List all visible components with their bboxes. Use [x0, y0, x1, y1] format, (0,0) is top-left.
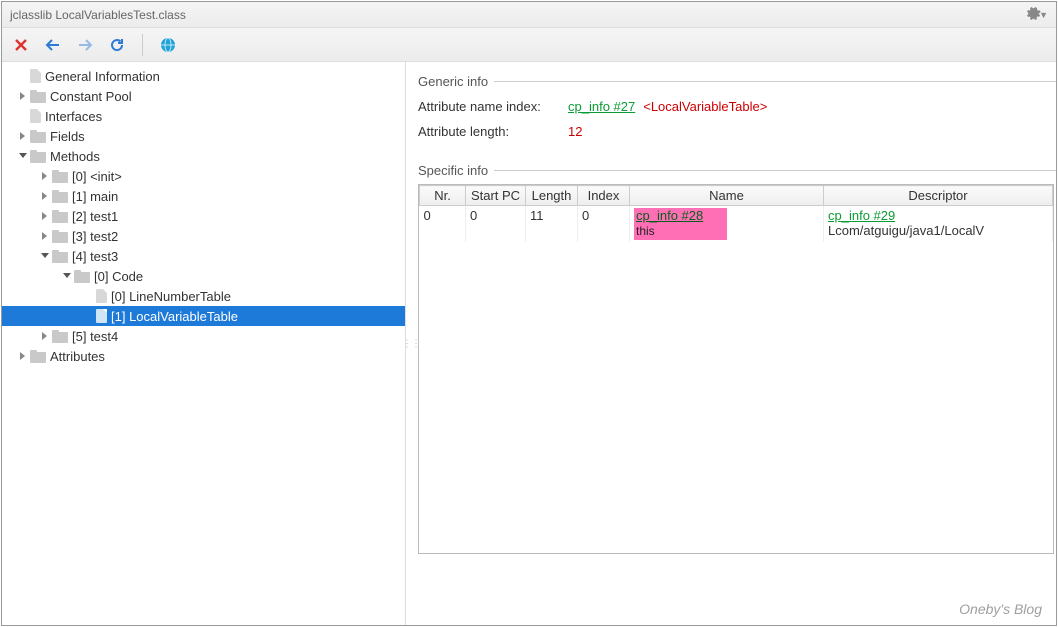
table-header: Nr. Start PC Length Index Name Descripto…	[420, 186, 1053, 206]
cell-nr: 0	[420, 206, 466, 243]
tree-item-general[interactable]: General Information	[2, 66, 405, 86]
tree-item-method-init[interactable]: [0] <init>	[2, 166, 405, 186]
chevron-right-icon[interactable]	[38, 332, 52, 340]
watermark: Oneby's Blog	[959, 601, 1042, 617]
col-nr[interactable]: Nr.	[420, 186, 466, 206]
generic-info-header: Generic info	[418, 74, 1056, 89]
descriptor-link[interactable]: cp_info #29	[828, 208, 895, 223]
titlebar: jclasslib LocalVariablesTest.class ▼	[2, 2, 1056, 28]
tree-item-interfaces[interactable]: Interfaces	[2, 106, 405, 126]
file-icon	[30, 109, 41, 123]
folder-icon	[30, 92, 46, 103]
col-descriptor[interactable]: Descriptor	[824, 186, 1053, 206]
folder-icon	[52, 212, 68, 223]
cell-index: 0	[578, 206, 630, 243]
col-length[interactable]: Length	[526, 186, 578, 206]
folder-icon	[30, 352, 46, 363]
descriptor-value: Lcom/atguigu/java1/LocalV	[828, 223, 984, 238]
cell-length: 11	[526, 206, 578, 243]
attr-length-row: Attribute length: 12	[418, 124, 1056, 139]
table-row[interactable]: 0 0 11 0 cp_info #28 this c	[420, 206, 1053, 243]
folder-icon	[52, 252, 68, 263]
attr-name-index-row: Attribute name index: cp_info #27 <Local…	[418, 99, 1056, 114]
chevron-right-icon[interactable]	[16, 92, 30, 100]
col-startpc[interactable]: Start PC	[466, 186, 526, 206]
dropdown-icon[interactable]: ▼	[1039, 10, 1048, 20]
tree-item-methods[interactable]: Methods	[2, 146, 405, 166]
folder-icon	[52, 192, 68, 203]
attr-name-index-label: Attribute name index:	[418, 99, 568, 114]
folder-icon	[30, 152, 46, 163]
attr-name-index-tag: <LocalVariableTable>	[643, 99, 767, 114]
col-index[interactable]: Index	[578, 186, 630, 206]
chevron-right-icon[interactable]	[16, 132, 30, 140]
toolbar	[2, 28, 1056, 62]
body: General Information Constant Pool Interf…	[2, 62, 1056, 625]
tree-item-method-test3[interactable]: [4] test3	[2, 246, 405, 266]
chevron-right-icon[interactable]	[38, 192, 52, 200]
attr-name-index-link[interactable]: cp_info #27	[568, 99, 635, 114]
tree-item-linenumbertable[interactable]: [0] LineNumberTable	[2, 286, 405, 306]
attr-length-label: Attribute length:	[418, 124, 568, 139]
tree-panel[interactable]: General Information Constant Pool Interf…	[2, 62, 406, 625]
tree-item-method-main[interactable]: [1] main	[2, 186, 405, 206]
tree-item-attributes[interactable]: Attributes	[2, 346, 405, 366]
chevron-right-icon[interactable]	[38, 232, 52, 240]
tree-item-constant-pool[interactable]: Constant Pool	[2, 86, 405, 106]
chevron-down-icon[interactable]	[60, 272, 74, 280]
col-name[interactable]: Name	[630, 186, 824, 206]
chevron-down-icon[interactable]	[38, 252, 52, 260]
tree-item-localvariabletable[interactable]: [1] LocalVariableTable	[2, 306, 405, 326]
content-panel: ⋮⋮ Generic info Attribute name index: cp…	[406, 62, 1056, 625]
forward-icon[interactable]	[76, 36, 94, 54]
tree-item-method-test1[interactable]: [2] test1	[2, 206, 405, 226]
back-icon[interactable]	[44, 36, 62, 54]
name-value: this	[636, 224, 655, 238]
cell-descriptor: cp_info #29 Lcom/atguigu/java1/LocalV	[824, 206, 1053, 243]
file-icon	[30, 69, 41, 83]
folder-icon	[52, 232, 68, 243]
window-title: jclasslib LocalVariablesTest.class	[10, 8, 186, 22]
chevron-right-icon[interactable]	[16, 352, 30, 360]
folder-icon	[30, 132, 46, 143]
tree-item-fields[interactable]: Fields	[2, 126, 405, 146]
tree-item-method-test4[interactable]: [5] test4	[2, 326, 405, 346]
separator	[142, 34, 143, 56]
tree-item-code[interactable]: [0] Code	[2, 266, 405, 286]
refresh-icon[interactable]	[108, 36, 126, 54]
file-icon	[96, 309, 107, 323]
tree-item-method-test2[interactable]: [3] test2	[2, 226, 405, 246]
folder-icon	[52, 172, 68, 183]
local-variable-table[interactable]: Nr. Start PC Length Index Name Descripto…	[418, 184, 1054, 554]
chevron-down-icon[interactable]	[16, 152, 30, 160]
file-icon	[96, 289, 107, 303]
name-link[interactable]: cp_info #28	[636, 208, 703, 223]
close-icon[interactable]	[12, 36, 30, 54]
folder-icon	[52, 332, 68, 343]
cell-startpc: 0	[466, 206, 526, 243]
chevron-right-icon[interactable]	[38, 212, 52, 220]
folder-icon	[74, 272, 90, 283]
specific-info-header: Specific info	[418, 163, 1056, 178]
chevron-right-icon[interactable]	[38, 172, 52, 180]
splitter-grip-icon[interactable]: ⋮⋮	[406, 338, 420, 349]
app-window: jclasslib LocalVariablesTest.class ▼ Gen…	[1, 1, 1057, 626]
globe-icon[interactable]	[159, 36, 177, 54]
cell-name: cp_info #28 this	[630, 206, 824, 243]
attr-length-value: 12	[568, 124, 582, 139]
